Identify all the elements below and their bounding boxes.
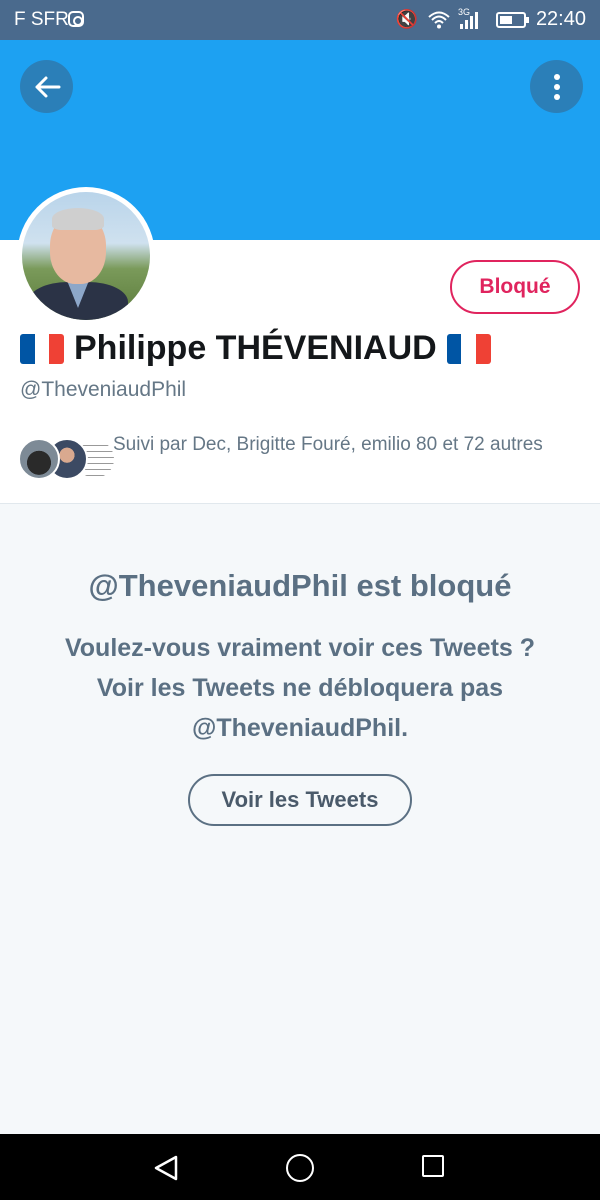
status-bar: F SFR 🔇 3G 22:40 [0,0,600,40]
flag-fr-icon [446,333,491,364]
battery-icon [495,11,529,28]
android-nav-bar [0,1134,600,1200]
nav-recents-icon[interactable] [422,1155,444,1177]
flag-fr-icon [20,333,64,364]
signal-icon: 3G [458,7,486,29]
followed-by-text: Suivi par Dec, Brigitte Fouré, emilio 80… [113,434,543,455]
avatar[interactable] [17,187,155,325]
profile-photo [22,192,150,320]
arrow-left-icon [35,76,60,97]
instagram-icon [68,11,84,27]
more-options-button[interactable] [530,60,583,113]
blocked-button[interactable]: Bloqué [450,260,580,314]
display-name: Philippe THÉVENIAUD [74,329,437,367]
nav-back-icon[interactable] [153,1154,179,1182]
mute-icon: 🔇 [395,9,418,29]
wifi-icon [428,11,450,29]
see-tweets-button[interactable]: Voir les Tweets [188,774,412,826]
name-row: Philippe THÉVENIAUD [20,329,491,368]
blocked-title: @TheveniaudPhil est bloqué [88,568,512,603]
nav-home-icon[interactable] [286,1154,314,1182]
follower-avatars [18,438,116,480]
back-button[interactable] [20,60,73,113]
carrier-label: F SFR [14,9,69,30]
user-handle: @TheveniaudPhil [20,378,187,401]
more-vertical-icon [553,73,560,100]
clock: 22:40 [535,8,586,30]
blocked-message: Voulez-vous vraiment voir ces Tweets ? V… [64,634,536,742]
status-icons: 🔇 3G 22:40 [395,7,586,31]
network-label: 3G [457,6,470,17]
follower-avatar [18,438,60,480]
